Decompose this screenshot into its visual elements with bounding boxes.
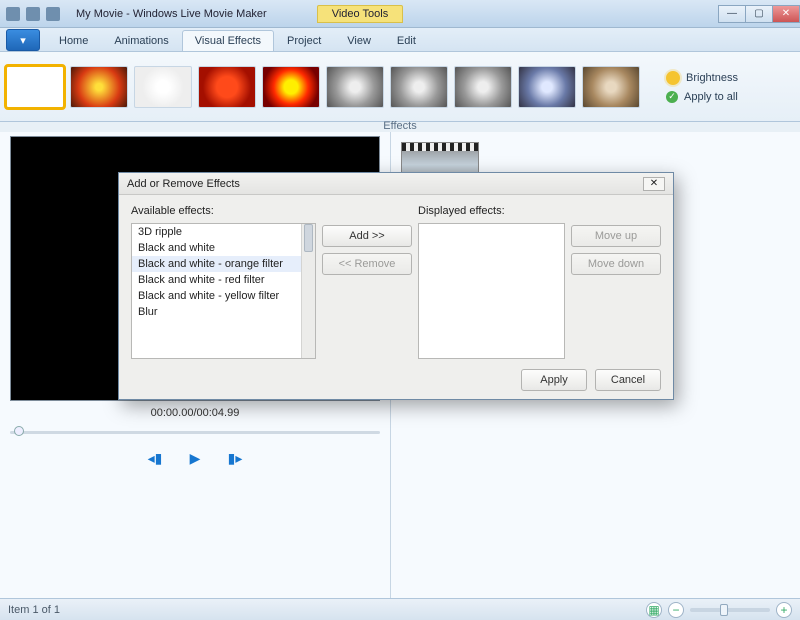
tab-visual-effects[interactable]: Visual Effects (182, 30, 274, 51)
tab-view[interactable]: View (334, 30, 384, 51)
effect-thumb[interactable] (582, 66, 640, 108)
order-buttons: Move up Move down (571, 223, 661, 359)
status-right: ▦ − + (646, 602, 792, 618)
effect-thumb[interactable] (262, 66, 320, 108)
move-up-button[interactable]: Move up (571, 225, 661, 247)
qat-item[interactable] (6, 7, 20, 21)
title-bar: My Movie - Windows Live Movie Maker Vide… (0, 0, 800, 28)
playback-controls: ◂▮ ▶ ▮▸ (144, 449, 246, 467)
scrollbar[interactable] (301, 224, 315, 358)
list-item[interactable]: Black and white (132, 240, 315, 256)
quick-access-toolbar (0, 7, 66, 21)
list-item[interactable]: Black and white - yellow filter (132, 288, 315, 304)
transfer-buttons: Add >> << Remove (322, 223, 412, 359)
file-menu-button[interactable]: ▾ (6, 29, 40, 51)
effect-thumb[interactable] (390, 66, 448, 108)
close-button[interactable]: ✕ (772, 5, 800, 23)
remove-button[interactable]: << Remove (322, 253, 412, 275)
qat-redo[interactable] (46, 7, 60, 21)
effect-thumb[interactable] (198, 66, 256, 108)
dialog-footer: Apply Cancel (521, 369, 661, 391)
displayed-effects-label: Displayed effects: (418, 205, 565, 217)
effects-gallery[interactable] (6, 66, 664, 108)
minimize-button[interactable]: — (718, 5, 746, 23)
window-title: My Movie - Windows Live Movie Maker (66, 8, 277, 20)
move-down-button[interactable]: Move down (571, 253, 661, 275)
zoom-out-button[interactable]: − (668, 602, 684, 618)
ribbon-right-panel: Brightness ✓ Apply to all (664, 68, 794, 106)
list-item[interactable]: 3D ripple (132, 224, 315, 240)
effect-thumb[interactable] (518, 66, 576, 108)
scrollbar-thumb[interactable] (304, 224, 313, 252)
add-button[interactable]: Add >> (322, 225, 412, 247)
apply-to-all-button[interactable]: ✓ Apply to all (664, 88, 794, 106)
effect-thumb[interactable] (326, 66, 384, 108)
effect-thumb-none[interactable] (6, 66, 64, 108)
ribbon-body: Brightness ✓ Apply to all (0, 52, 800, 122)
list-item[interactable]: Blur (132, 304, 315, 320)
zoom-in-button[interactable]: + (776, 602, 792, 618)
effect-thumb[interactable] (134, 66, 192, 108)
brightness-label: Brightness (686, 72, 738, 84)
zoom-slider-thumb[interactable] (720, 604, 728, 616)
brightness-button[interactable]: Brightness (664, 68, 794, 88)
seek-bar[interactable] (10, 425, 380, 439)
status-item-count: Item 1 of 1 (8, 604, 60, 616)
maximize-button[interactable]: ▢ (745, 5, 773, 23)
dialog-title: Add or Remove Effects (127, 178, 240, 190)
window-buttons: — ▢ ✕ (719, 5, 800, 23)
add-remove-effects-dialog: Add or Remove Effects ✕ Available effect… (118, 172, 674, 400)
available-effects-listbox[interactable]: 3D ripple Black and white Black and whit… (131, 223, 316, 359)
context-tab-video-tools[interactable]: Video Tools (317, 5, 403, 23)
view-toggle-button[interactable]: ▦ (646, 602, 662, 618)
available-effects-label: Available effects: (131, 205, 316, 217)
dialog-titlebar[interactable]: Add or Remove Effects ✕ (119, 173, 673, 195)
effect-thumb[interactable] (454, 66, 512, 108)
effect-thumb[interactable] (70, 66, 128, 108)
qat-undo[interactable] (26, 7, 40, 21)
next-frame-button[interactable]: ▮▸ (224, 449, 246, 467)
prev-frame-button[interactable]: ◂▮ (144, 449, 166, 467)
apply-button[interactable]: Apply (521, 369, 587, 391)
tab-project[interactable]: Project (274, 30, 334, 51)
timecode: 00:00.00/00:04.99 (151, 407, 240, 419)
zoom-slider[interactable] (690, 608, 770, 612)
list-item[interactable]: Black and white - red filter (132, 272, 315, 288)
check-icon: ✓ (666, 91, 678, 103)
tab-home[interactable]: Home (46, 30, 101, 51)
displayed-effects-listbox[interactable] (418, 223, 565, 359)
list-item[interactable]: Black and white - orange filter (132, 256, 315, 272)
seek-track (10, 431, 380, 434)
ribbon-tabs: ▾ Home Animations Visual Effects Project… (0, 28, 800, 52)
brightness-icon (666, 71, 680, 85)
play-button[interactable]: ▶ (184, 449, 206, 467)
tab-edit[interactable]: Edit (384, 30, 429, 51)
cancel-button[interactable]: Cancel (595, 369, 661, 391)
dialog-body: Available effects: Displayed effects: 3D… (119, 195, 673, 367)
tab-animations[interactable]: Animations (101, 30, 181, 51)
dialog-close-button[interactable]: ✕ (643, 177, 665, 191)
apply-all-label: Apply to all (684, 91, 738, 103)
status-bar: Item 1 of 1 ▦ − + (0, 598, 800, 620)
seek-thumb[interactable] (14, 426, 24, 436)
